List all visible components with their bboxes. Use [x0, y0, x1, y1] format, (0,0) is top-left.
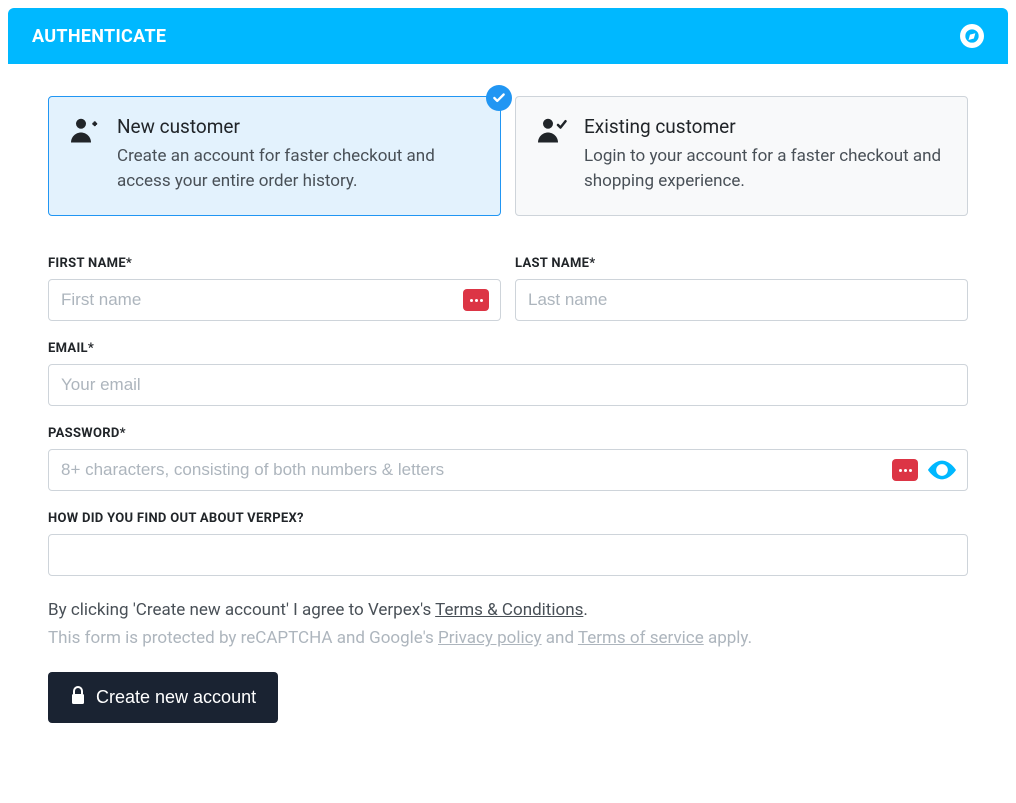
- first-name-group: FIRST NAME*: [48, 256, 501, 321]
- terms-prefix: By clicking 'Create new account' I agree…: [48, 600, 435, 620]
- existing-customer-text: Existing customer Login to your account …: [584, 115, 947, 193]
- tos-link[interactable]: Terms of service: [578, 628, 704, 648]
- card-title: AUTHENTICATE: [32, 26, 166, 47]
- last-name-label: LAST NAME*: [515, 256, 968, 271]
- findout-input[interactable]: [48, 534, 968, 576]
- last-name-input[interactable]: [515, 279, 968, 321]
- eye-icon[interactable]: [928, 459, 956, 481]
- new-customer-desc: Create an account for faster checkout an…: [117, 144, 480, 193]
- recaptcha-prefix: This form is protected by reCAPTCHA and …: [48, 628, 438, 648]
- existing-customer-option[interactable]: Existing customer Login to your account …: [515, 96, 968, 216]
- create-account-button[interactable]: Create new account: [48, 672, 278, 723]
- submit-label: Create new account: [96, 687, 256, 708]
- card-header: AUTHENTICATE: [8, 8, 1008, 64]
- auth-card: AUTHENTICATE New customer Create an acco…: [8, 8, 1008, 763]
- compass-icon[interactable]: [960, 24, 984, 48]
- new-customer-text: New customer Create an account for faste…: [117, 115, 480, 193]
- new-customer-option[interactable]: New customer Create an account for faste…: [48, 96, 501, 216]
- findout-group: HOW DID YOU FIND OUT ABOUT VERPEX?: [48, 511, 968, 576]
- existing-customer-title: Existing customer: [584, 115, 947, 138]
- user-plus-icon: [69, 115, 103, 193]
- lock-icon: [70, 686, 86, 709]
- recaptcha-suffix: apply.: [704, 628, 752, 648]
- terms-link[interactable]: Terms & Conditions: [435, 600, 583, 620]
- password-manager-icon[interactable]: [892, 459, 918, 481]
- name-row: FIRST NAME* LAST NAME*: [48, 256, 968, 321]
- existing-customer-desc: Login to your account for a faster check…: [584, 144, 947, 193]
- email-group: EMAIL*: [48, 341, 968, 406]
- recaptcha-mid: and: [542, 628, 578, 648]
- first-name-input[interactable]: [48, 279, 501, 321]
- privacy-link[interactable]: Privacy policy: [438, 628, 542, 648]
- password-group: PASSWORD*: [48, 426, 968, 491]
- first-name-label: FIRST NAME*: [48, 256, 501, 271]
- email-input[interactable]: [48, 364, 968, 406]
- terms-line: By clicking 'Create new account' I agree…: [48, 600, 968, 620]
- password-manager-icon[interactable]: [463, 289, 489, 311]
- user-check-icon: [536, 115, 570, 193]
- email-label: EMAIL*: [48, 341, 968, 356]
- recaptcha-line: This form is protected by reCAPTCHA and …: [48, 628, 968, 648]
- findout-label: HOW DID YOU FIND OUT ABOUT VERPEX?: [48, 511, 968, 526]
- customer-type-row: New customer Create an account for faste…: [48, 96, 968, 216]
- check-icon: [486, 85, 512, 111]
- last-name-group: LAST NAME*: [515, 256, 968, 321]
- card-body: New customer Create an account for faste…: [8, 64, 1008, 763]
- password-label: PASSWORD*: [48, 426, 968, 441]
- password-input[interactable]: [48, 449, 968, 491]
- terms-suffix: .: [583, 600, 587, 620]
- new-customer-title: New customer: [117, 115, 480, 138]
